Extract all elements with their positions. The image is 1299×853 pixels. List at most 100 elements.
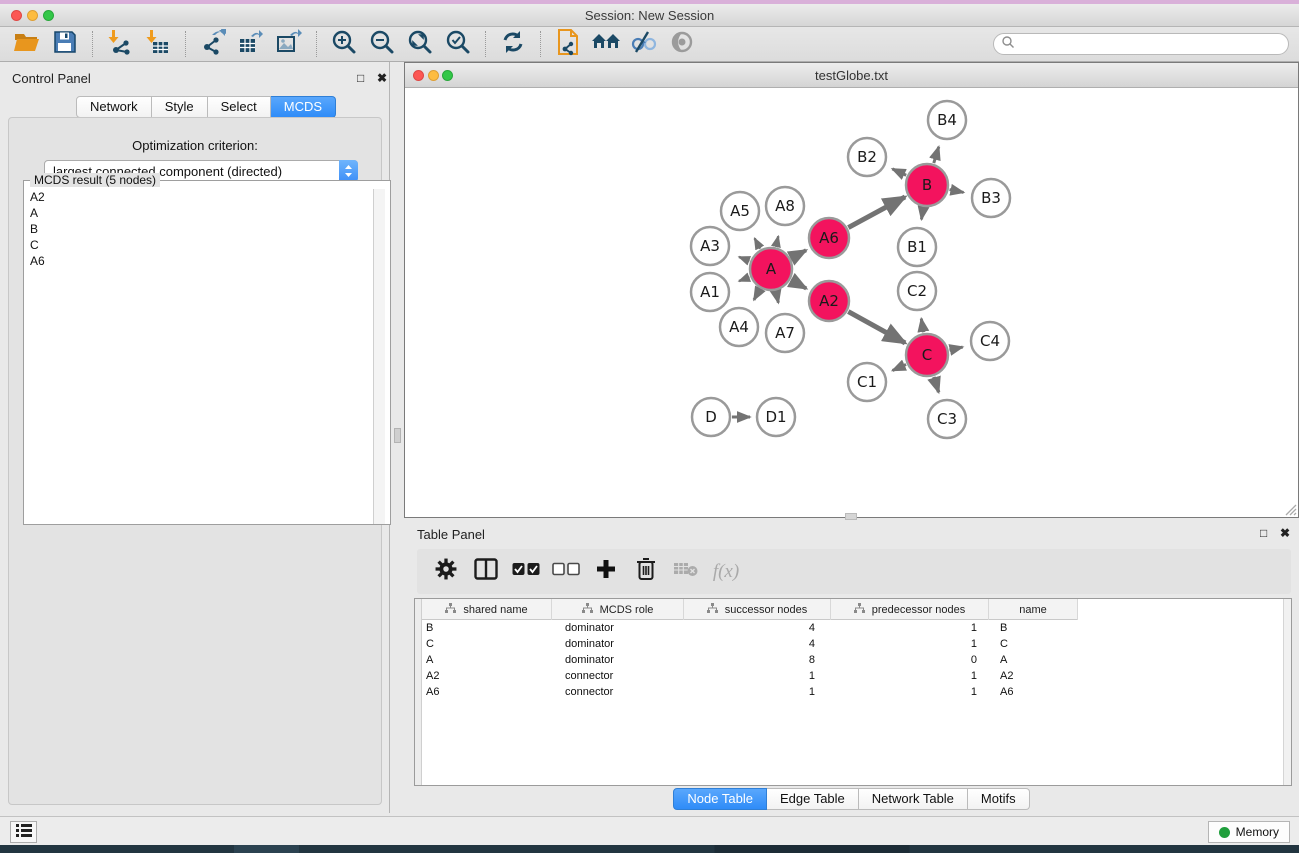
graph-node-B3[interactable]: B3 [972,179,1010,217]
result-list-scrollbar[interactable] [373,189,385,524]
graph-edge-C-C4[interactable] [949,347,962,350]
close-window-button[interactable] [11,10,22,21]
minimize-window-button[interactable] [27,10,38,21]
import-network-button[interactable] [101,29,139,59]
graph-edge-A2-C[interactable] [848,312,905,343]
result-item-a[interactable]: A [25,205,377,221]
share-session-button[interactable] [549,29,587,59]
table-cell[interactable]: A2 [989,668,1078,684]
table-cell[interactable]: A6 [422,684,552,700]
graph-node-C3[interactable]: C3 [928,400,966,438]
graph-node-B[interactable]: B [906,164,948,206]
graph-edge-B-B4[interactable] [934,147,939,163]
graph-node-D[interactable]: D [692,398,730,436]
graph-edge-B-B2[interactable] [892,169,906,175]
graph-node-C2[interactable]: C2 [898,272,936,310]
table-cell[interactable]: A [422,652,552,668]
table-cell[interactable]: B [422,620,552,636]
graph-node-D1[interactable]: D1 [757,398,795,436]
table-cell[interactable]: B [989,620,1078,636]
graph-node-A3[interactable]: A3 [691,227,729,265]
graph-edge-C-C3[interactable] [934,377,939,392]
hide-graphics-details-button[interactable] [625,29,663,59]
column-header-predecessor-nodes[interactable]: predecessor nodes [831,599,989,620]
graph-node-A6[interactable]: A6 [809,218,849,258]
zoom-out-button[interactable] [363,29,401,59]
graph-node-B1[interactable]: B1 [898,228,936,266]
delete-table-button[interactable] [669,555,703,589]
tab-style[interactable]: Style [152,96,208,118]
memory-button[interactable]: Memory [1208,821,1290,843]
tab-edge-table[interactable]: Edge Table [767,788,859,810]
graph-node-A5[interactable]: A5 [721,192,759,230]
network-canvas[interactable]: B4B2BB3A8A5A6A3B1AC2A1A2A4A7C4CC1DD1C3 [405,88,1298,517]
tab-node-table[interactable]: Node Table [673,788,767,810]
table-options-button[interactable] [429,555,463,589]
graph-node-B2[interactable]: B2 [848,138,886,176]
graph-node-C1[interactable]: C1 [848,363,886,401]
table-cell[interactable]: 1 [831,668,989,684]
import-table-button[interactable] [139,29,177,59]
graph-node-A1[interactable]: A1 [691,273,729,311]
search-input[interactable] [1015,37,1265,51]
zoom-selected-button[interactable] [439,29,477,59]
close-network-window-button[interactable] [413,70,424,81]
table-cell[interactable]: 8 [684,652,831,668]
table-row[interactable]: A2connector11A2 [422,668,1078,684]
horizontal-splitter-handle[interactable] [845,513,857,520]
float-table-panel-icon[interactable]: □ [1260,527,1267,539]
graph-node-A2[interactable]: A2 [809,281,849,321]
graph-node-C[interactable]: C [906,334,948,376]
table-cell[interactable]: 1 [831,636,989,652]
table-cell[interactable]: dominator [552,620,684,636]
tab-select[interactable]: Select [208,96,271,118]
tab-motifs[interactable]: Motifs [968,788,1030,810]
float-panel-icon[interactable]: □ [357,72,364,84]
minimize-network-window-button[interactable] [428,70,439,81]
zoom-window-button[interactable] [43,10,54,21]
graph-edge-B-B3[interactable] [950,190,964,193]
graph-edge-A-A4[interactable] [754,289,760,300]
result-item-b[interactable]: B [25,221,377,237]
tab-network[interactable]: Network [76,96,152,118]
graph-edge-C-C1[interactable] [893,364,906,370]
function-builder-button[interactable]: f(x) [709,555,743,589]
table-cell[interactable]: 4 [684,620,831,636]
result-item-a2[interactable]: A2 [25,189,377,205]
table-cell[interactable]: A6 [989,684,1078,700]
table-scrollbar[interactable] [1283,599,1291,785]
table-row[interactable]: A6connector11A6 [422,684,1078,700]
graph-edge-A-A8[interactable] [776,236,778,246]
graph-node-B4[interactable]: B4 [928,101,966,139]
graph-edge-A-A2[interactable] [791,280,806,288]
column-header-mcds-role[interactable]: MCDS role [552,599,684,620]
deselect-all-button[interactable] [549,555,583,589]
zoom-in-button[interactable] [325,29,363,59]
table-cell[interactable]: C [989,636,1078,652]
network-graph[interactable]: B4B2BB3A8A5A6A3B1AC2A1A2A4A7C4CC1DD1C3 [405,88,1298,517]
vertical-splitter-handle[interactable] [394,428,401,443]
show-column-button[interactable] [469,555,503,589]
select-all-button[interactable] [509,555,543,589]
graph-edge-A-A1[interactable] [739,277,749,281]
table-cell[interactable]: 0 [831,652,989,668]
table-cell[interactable]: 1 [831,620,989,636]
column-header-successor-nodes[interactable]: successor nodes [684,599,831,620]
save-session-button[interactable] [46,29,84,59]
task-history-button[interactable] [10,821,37,843]
graph-node-A8[interactable]: A8 [766,187,804,225]
refresh-layout-button[interactable] [494,29,532,59]
column-header-shared-name[interactable]: shared name [422,599,552,620]
home-button[interactable] [587,29,625,59]
close-panel-icon[interactable]: ✖ [377,72,387,84]
table-cell[interactable]: 1 [684,668,831,684]
graph-edge-A6-B[interactable] [848,197,905,228]
add-column-button[interactable] [589,555,623,589]
tab-network-table[interactable]: Network Table [859,788,968,810]
delete-column-button[interactable] [629,555,663,589]
show-graphics-details-button[interactable] [663,29,701,59]
result-item-a6[interactable]: A6 [25,253,377,269]
graph-edge-A-A3[interactable] [739,257,749,261]
close-table-panel-icon[interactable]: ✖ [1280,527,1290,539]
graph-edge-B-B1[interactable] [921,208,923,220]
